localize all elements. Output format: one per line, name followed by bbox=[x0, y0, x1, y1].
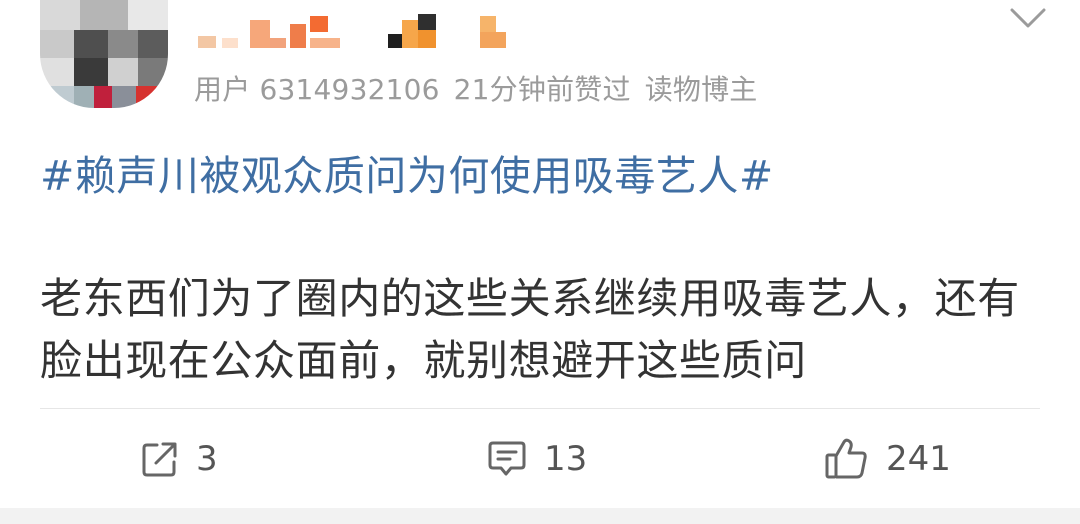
avatar[interactable] bbox=[40, 0, 168, 108]
like-button[interactable]: 241 bbox=[824, 432, 951, 486]
divider bbox=[40, 408, 1040, 409]
comment-count: 13 bbox=[544, 439, 588, 479]
username-redacted[interactable] bbox=[192, 8, 532, 56]
post-meta: 用户 6314932106 21分钟前赞过 读物博主 bbox=[194, 68, 772, 108]
repost-button[interactable]: 3 bbox=[140, 432, 218, 486]
card-separator bbox=[0, 508, 1080, 524]
post-content: 老东西们为了圈内的这些关系继续用吸毒艺人，还有脸出现在公众面前，就别想避开这些质… bbox=[40, 274, 1020, 385]
chevron-down-icon[interactable] bbox=[1008, 4, 1048, 34]
share-icon bbox=[140, 439, 180, 479]
user-id: 用户 6314932106 bbox=[194, 73, 440, 106]
comment-icon bbox=[486, 439, 528, 479]
thumbs-up-icon bbox=[824, 437, 870, 481]
topic-hashtag[interactable]: #赖声川被观众质问为何使用吸毒艺人# bbox=[40, 142, 774, 202]
post-time: 21分钟前赞过 bbox=[453, 73, 631, 106]
comment-button[interactable]: 13 bbox=[486, 432, 587, 486]
repost-count: 3 bbox=[196, 439, 218, 479]
like-count: 241 bbox=[886, 439, 951, 479]
user-role-badge: 读物博主 bbox=[644, 73, 758, 106]
weibo-post-card: 用户 6314932106 21分钟前赞过 读物博主 #赖声川被观众质问为何使用吸毒… bbox=[0, 0, 1080, 524]
